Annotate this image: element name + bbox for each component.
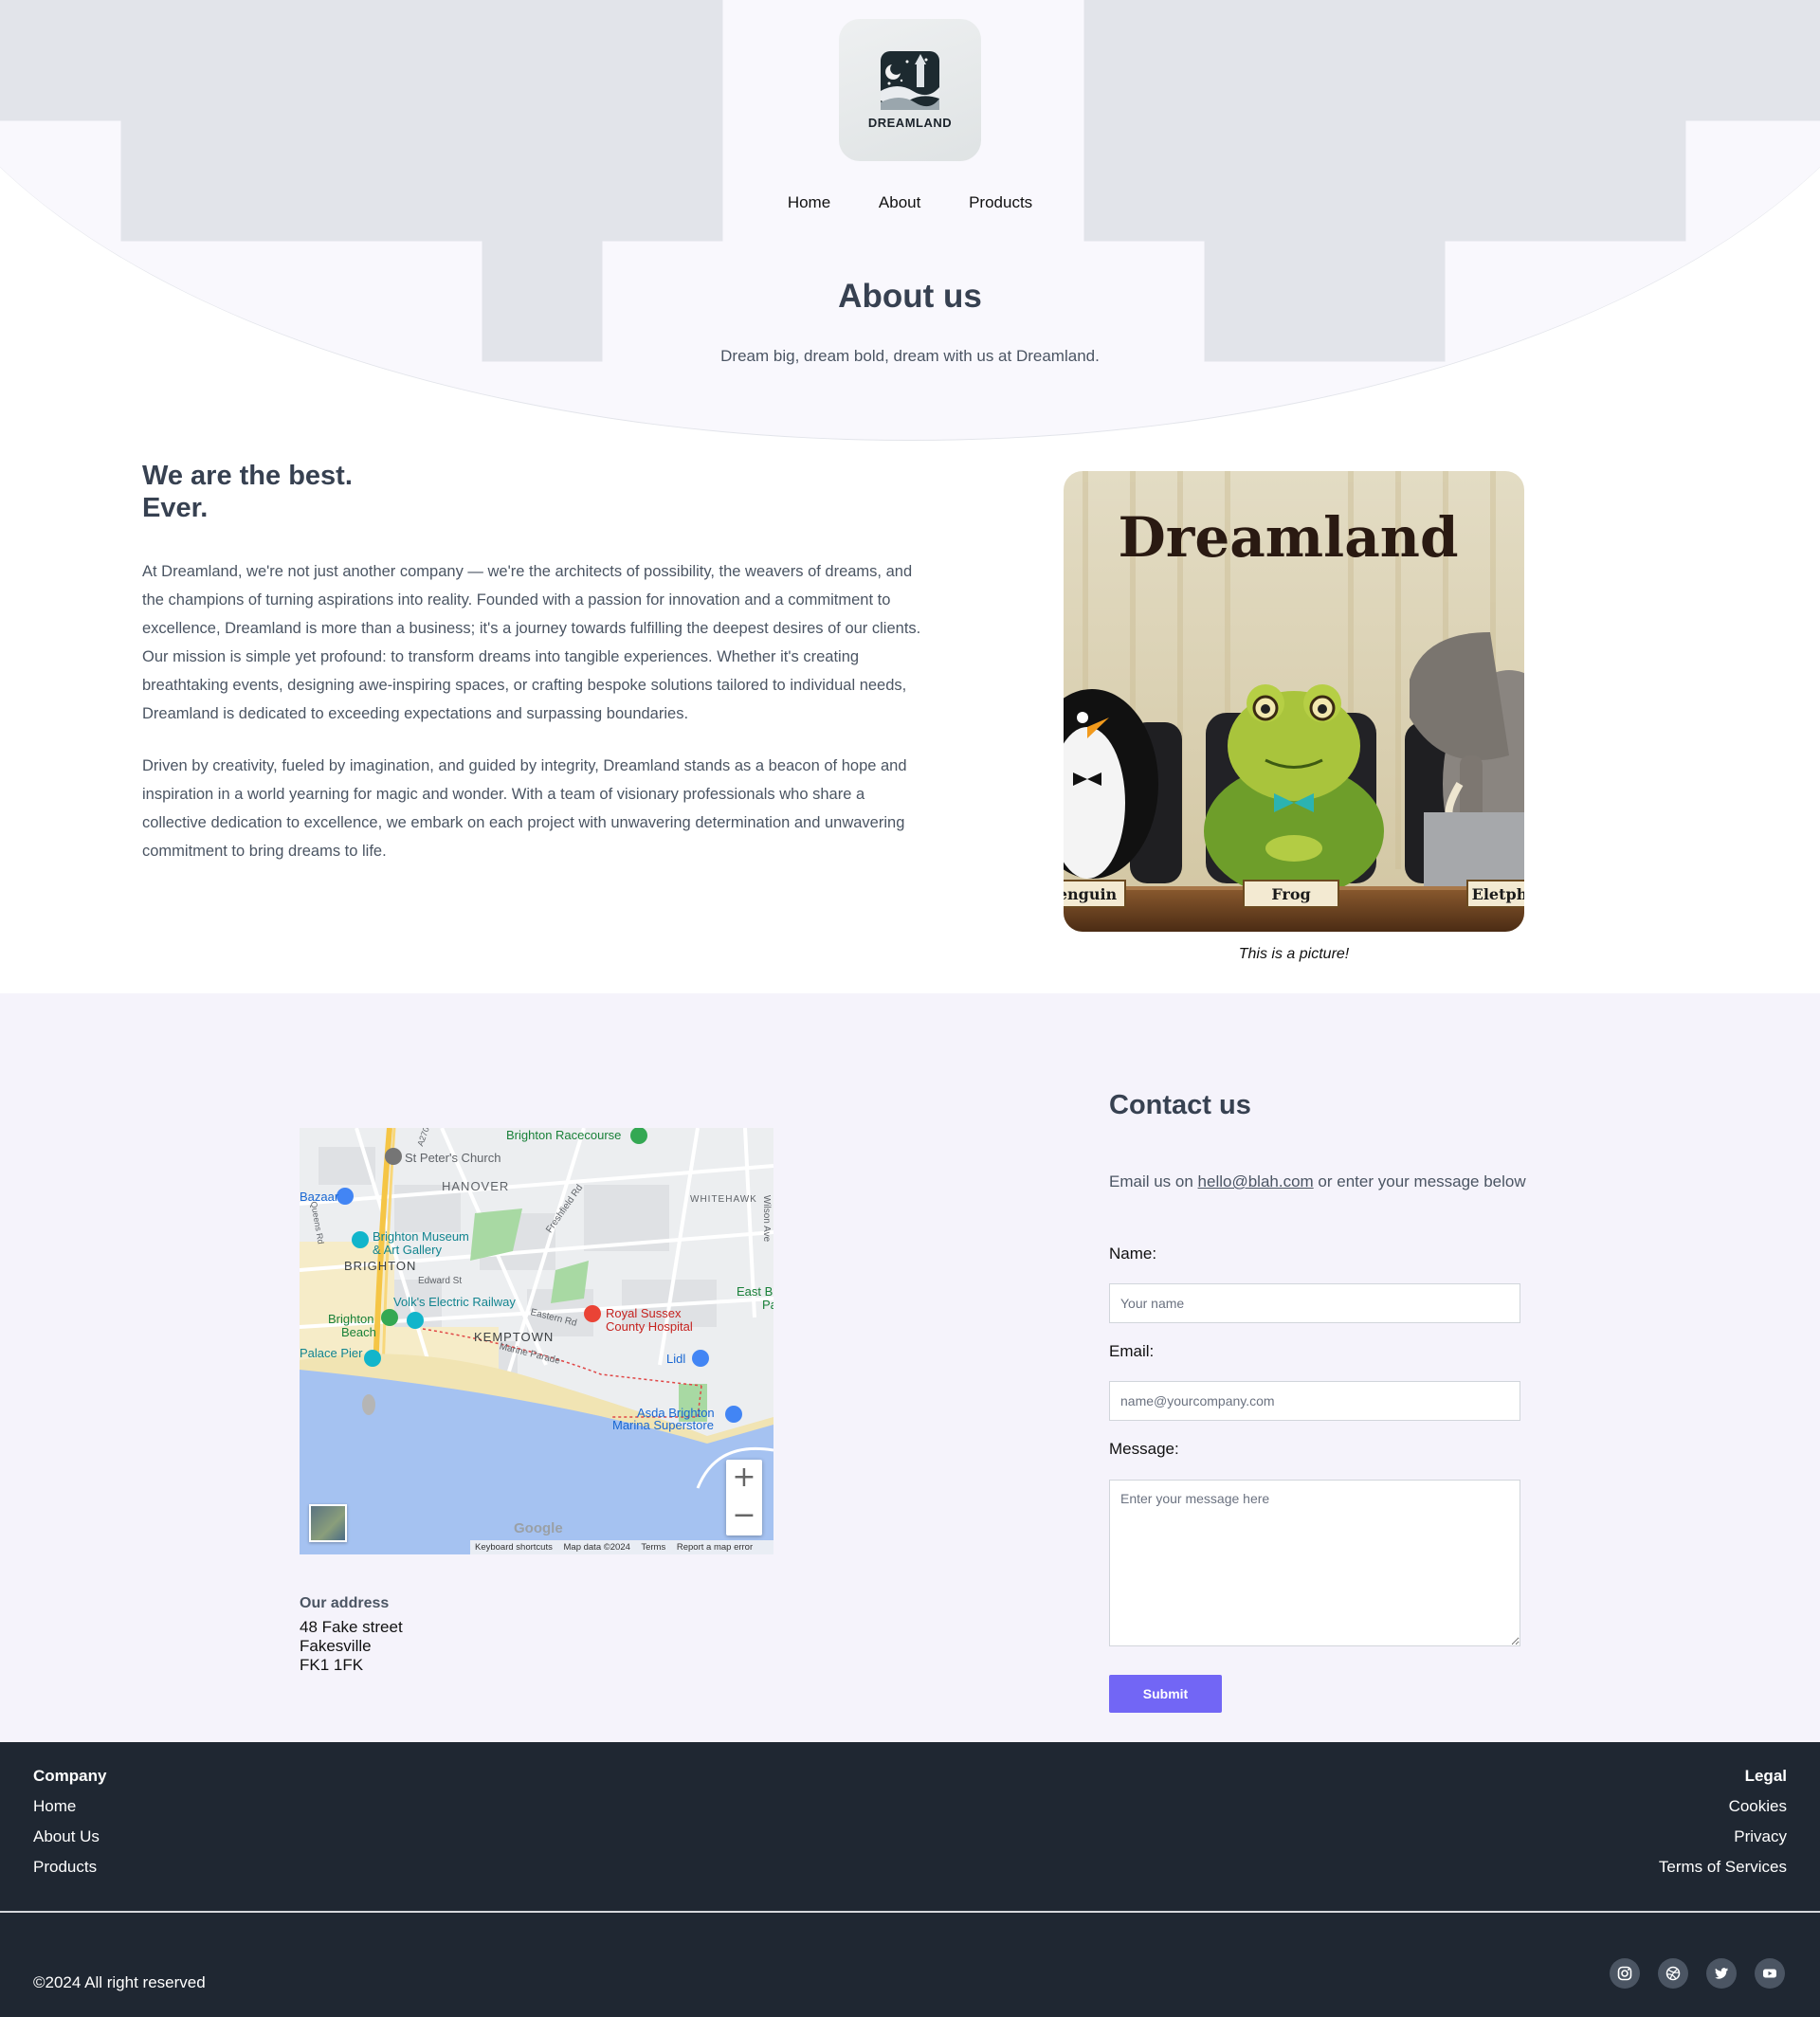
- name-input[interactable]: [1109, 1283, 1520, 1323]
- plate-elephant: Eletph: [1472, 885, 1524, 903]
- footer: Company Home About Us Products Legal Coo…: [0, 1742, 1820, 2017]
- map-label: Beach: [341, 1325, 376, 1339]
- google-logo: Google: [514, 1520, 563, 1536]
- footer-legal-heading: Legal: [1744, 1767, 1787, 1785]
- about-paragraph: At Dreamland, we're not just another com…: [142, 563, 921, 722]
- address-label: Our address: [300, 1595, 390, 1611]
- address-line: Fakesville: [300, 1637, 372, 1655]
- footer-link-cookies[interactable]: Cookies: [1729, 1797, 1787, 1816]
- instagram-icon[interactable]: [1610, 1958, 1640, 1989]
- nav-home[interactable]: Home: [788, 193, 830, 212]
- email-input[interactable]: [1109, 1381, 1520, 1421]
- address-line: FK1 1FK: [300, 1656, 364, 1674]
- map-label: St Peter's Church: [405, 1151, 501, 1165]
- map-label: Pa: [762, 1298, 774, 1312]
- name-label: Name:: [1109, 1245, 1157, 1263]
- map-label: HANOVER: [442, 1179, 510, 1193]
- map-label: WHITEHAWK: [690, 1194, 757, 1205]
- map-terms-link[interactable]: Terms: [641, 1542, 665, 1553]
- about-heading-line1: We are the best.: [142, 461, 353, 491]
- page-title: About us: [838, 278, 982, 315]
- footer-link-about-us[interactable]: About Us: [33, 1827, 100, 1846]
- map-label: Palace Pier: [300, 1346, 363, 1360]
- twitter-icon[interactable]: [1706, 1958, 1737, 1989]
- map-label: Royal Sussex: [606, 1306, 682, 1320]
- contact-email-link[interactable]: hello@blah.com: [1198, 1172, 1314, 1190]
- map-label: Brighton Museum: [373, 1229, 469, 1244]
- email-label: Email:: [1109, 1342, 1155, 1360]
- youtube-icon[interactable]: [1755, 1958, 1785, 1989]
- map-report-link[interactable]: Report a map error: [677, 1542, 753, 1553]
- map-keyboard-shortcuts[interactable]: Keyboard shortcuts: [475, 1542, 553, 1553]
- map-label: Brighton Racecourse: [506, 1128, 622, 1142]
- plate-frog: Frog: [1271, 885, 1310, 903]
- contact-intro-before: Email us on: [1109, 1172, 1198, 1190]
- map-label: East B: [737, 1284, 774, 1299]
- submit-button[interactable]: Submit: [1109, 1675, 1222, 1713]
- map-satellite-toggle[interactable]: [309, 1504, 347, 1542]
- logo[interactable]: DREAMLAND: [839, 19, 981, 161]
- nav-about[interactable]: About: [879, 193, 920, 212]
- footer-link-products[interactable]: Products: [33, 1858, 97, 1877]
- map-label: KEMPTOWN: [474, 1330, 555, 1344]
- picture-caption: This is a picture!: [1238, 946, 1350, 962]
- footer-link-home[interactable]: Home: [33, 1797, 76, 1816]
- dribbble-icon[interactable]: [1658, 1958, 1688, 1989]
- zoom-in-button[interactable]: +: [726, 1460, 762, 1498]
- map-label: Marina Superstore: [612, 1418, 714, 1432]
- page-subtitle: Dream big, dream bold, dream with us at …: [720, 347, 1100, 365]
- dreamland-logo-icon: [881, 51, 939, 110]
- map-zoom-control: + −: [726, 1460, 762, 1535]
- footer-company-heading: Company: [33, 1767, 107, 1785]
- contact-title: Contact us: [1109, 1090, 1251, 1120]
- about-heading-line2: Ever.: [142, 493, 209, 523]
- address-line: 48 Fake street: [300, 1618, 403, 1636]
- address: 48 Fake street Fakesville FK1 1FK: [300, 1618, 403, 1675]
- footer-divider: [0, 1911, 1820, 1913]
- footer-link-terms[interactable]: Terms of Services: [1659, 1858, 1787, 1877]
- contact-section: [0, 993, 1820, 1742]
- brand-name: DREAMLAND: [867, 116, 953, 130]
- map-label: & Art Gallery: [373, 1243, 442, 1257]
- contact-intro-after: or enter your message below: [1313, 1172, 1526, 1190]
- about-text: At Dreamland, we're not just another com…: [142, 557, 924, 889]
- dreamland-board-illustration: Dreamland enguin Frog Eletph: [1064, 471, 1524, 932]
- map-label: Brighton: [328, 1312, 374, 1326]
- contact-intro: Email us on hello@blah.com or enter your…: [1109, 1172, 1526, 1191]
- message-label: Message:: [1109, 1440, 1179, 1458]
- map-label: BRIGHTON: [344, 1259, 417, 1273]
- picture-sign-text: Dreamland: [1118, 505, 1458, 570]
- copyright: ©2024 All right reserved: [33, 1973, 206, 1991]
- map-label: Bazaar: [300, 1190, 339, 1204]
- map-data-credit: Map data ©2024: [563, 1542, 630, 1553]
- message-textarea[interactable]: [1109, 1480, 1520, 1646]
- map-label: Wilson Ave: [761, 1194, 773, 1243]
- map-label: Edward St: [418, 1276, 463, 1286]
- map-label: Volk's Electric Railway: [393, 1295, 516, 1309]
- map[interactable]: Brighton Racecourse St Peter's Church HA…: [300, 1128, 774, 1554]
- main-nav: Home About Products: [0, 193, 1820, 212]
- hero-section: DREAMLAND Home About Products About us D…: [0, 0, 1820, 445]
- about-heading: We are the best. Ever.: [142, 460, 353, 524]
- about-picture: Dreamland enguin Frog Eletph: [1064, 471, 1524, 932]
- map-label: Lidl: [666, 1352, 686, 1366]
- plate-penguin: enguin: [1064, 885, 1118, 903]
- about-paragraph: Driven by creativity, fueled by imaginat…: [142, 757, 907, 860]
- map-footer: Keyboard shortcuts Map data ©2024 Terms …: [470, 1540, 774, 1554]
- zoom-out-button[interactable]: −: [726, 1498, 762, 1535]
- nav-products[interactable]: Products: [969, 193, 1032, 212]
- map-label: County Hospital: [606, 1319, 693, 1334]
- footer-link-privacy[interactable]: Privacy: [1734, 1827, 1787, 1846]
